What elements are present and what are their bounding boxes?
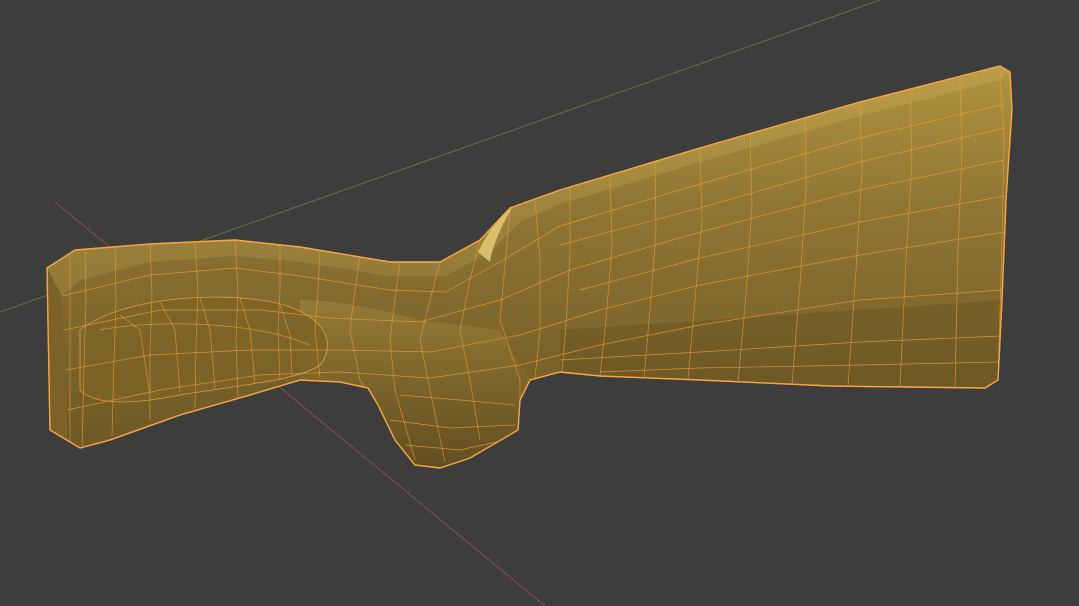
viewport-canvas[interactable]: [0, 0, 1079, 606]
3d-viewport[interactable]: [0, 0, 1079, 606]
stock-mesh[interactable]: [46, 65, 1013, 469]
stock-surface: [46, 65, 1013, 469]
